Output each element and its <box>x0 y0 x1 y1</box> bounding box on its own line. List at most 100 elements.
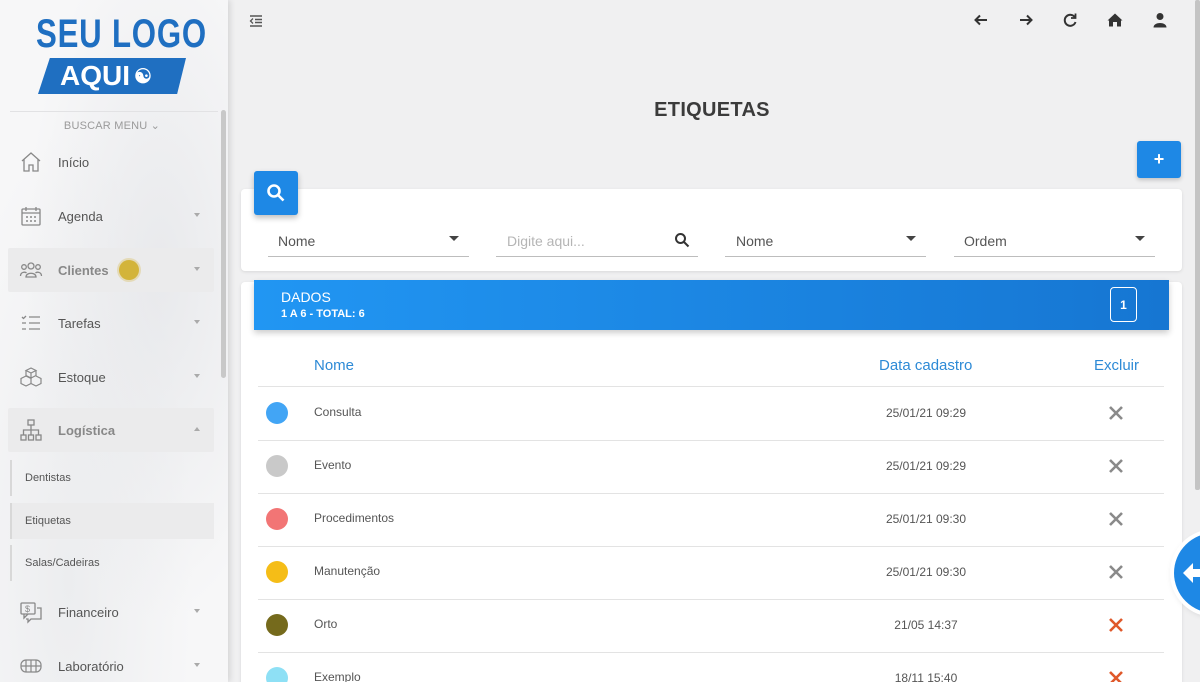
search-menu-toggle[interactable]: BUSCAR MENU ⌄ <box>0 119 224 132</box>
search-input[interactable]: Digite aqui... <box>496 225 698 257</box>
sidebar-item-tarefas[interactable]: Tarefas <box>8 301 214 345</box>
sidebar-item-label: Agenda <box>58 208 103 224</box>
sidebar-item-financeiro[interactable]: $ Financeiro <box>8 590 214 634</box>
row-date: 21/05 14:37 <box>894 618 958 632</box>
chevron-down-icon <box>194 663 200 667</box>
sidebar-item-label: Financeiro <box>58 604 119 620</box>
data-header: DADOS 1 A 6 - TOTAL: 6 1 <box>254 280 1169 330</box>
label-color-dot <box>266 455 288 477</box>
label-color-dot <box>266 402 288 424</box>
home-icon <box>18 149 44 175</box>
sidebar-item-agenda[interactable]: Agenda <box>8 194 214 238</box>
sidebar-divider <box>10 111 218 112</box>
sidebar-item-label: Início <box>58 154 90 170</box>
chevron-down-icon <box>194 609 200 613</box>
chevron-down-icon <box>194 320 200 324</box>
sidebar-item-logistica[interactable]: Logística <box>8 408 214 452</box>
table-row[interactable]: Manutenção 25/01/21 09:30 <box>258 546 1164 599</box>
calendar-icon <box>18 203 44 229</box>
filter-field-select[interactable]: Nome <box>268 225 469 257</box>
chevron-down-icon <box>194 267 200 271</box>
page-number-button[interactable]: 1 <box>1110 287 1137 322</box>
order-value: Ordem <box>964 232 1007 249</box>
submenu-item-etiquetas[interactable]: Etiquetas <box>10 503 214 539</box>
table-row[interactable]: Orto 21/05 14:37 <box>258 599 1164 652</box>
column-header-delete: Excluir <box>1094 357 1140 374</box>
column-header-name[interactable]: Nome <box>314 357 354 374</box>
filter-field-value: Nome <box>278 232 316 249</box>
row-date: 25/01/21 09:30 <box>885 512 967 526</box>
refresh-icon[interactable] <box>1061 11 1079 29</box>
home-icon[interactable] <box>1106 11 1124 29</box>
chevron-down-icon <box>194 213 200 217</box>
teeth-icon <box>18 653 44 679</box>
sidebar-item-clientes[interactable]: Clientes <box>8 248 214 292</box>
users-icon <box>18 257 44 283</box>
sitemap-icon <box>18 417 44 443</box>
row-date: 25/01/21 09:29 <box>885 459 967 473</box>
sort-field-select[interactable]: Nome <box>725 225 926 257</box>
notification-badge <box>118 260 139 280</box>
label-color-dot <box>266 667 288 682</box>
collapse-sidebar-icon[interactable] <box>248 13 264 29</box>
chevron-down-icon <box>194 374 200 378</box>
dropdown-caret-icon <box>906 236 916 241</box>
delete-icon[interactable] <box>1107 510 1125 528</box>
table-row[interactable]: Evento 25/01/21 09:29 <box>258 440 1164 493</box>
row-name: Procedimentos <box>314 511 395 525</box>
row-name: Consulta <box>314 405 362 419</box>
row-name: Manutenção <box>314 564 381 578</box>
search-icon <box>267 184 285 202</box>
user-icon[interactable] <box>1151 11 1169 29</box>
sidebar-item-label: Estoque <box>58 369 106 385</box>
sidebar: SEU LOGO AQUI ☯ BUSCAR MENU ⌄ Início Agen… <box>0 0 228 682</box>
sidebar-scrollbar[interactable] <box>221 110 226 378</box>
delete-icon[interactable] <box>1107 457 1125 475</box>
logo-line1: SEU LOGO <box>36 12 207 56</box>
sidebar-item-label: Laboratório <box>58 658 124 674</box>
label-color-dot <box>266 614 288 636</box>
data-title: DADOS <box>281 289 331 305</box>
data-total: 1 A 6 - TOTAL: 6 <box>281 308 365 320</box>
logo[interactable]: SEU LOGO AQUI ☯ <box>36 12 207 96</box>
delete-icon[interactable] <box>1107 616 1125 634</box>
filter-search-button[interactable] <box>254 171 298 215</box>
sidebar-item-laboratorio[interactable]: Laboratório <box>8 644 214 682</box>
table-row[interactable]: Procedimentos 25/01/21 09:30 <box>258 493 1164 546</box>
svg-text:$: $ <box>25 604 30 614</box>
delete-icon[interactable] <box>1107 563 1125 581</box>
row-date: 25/01/21 09:30 <box>885 565 967 579</box>
row-name: Exemplo <box>314 670 361 682</box>
submenu-item-dentistas[interactable]: Dentistas <box>10 460 214 496</box>
sidebar-item-label: Tarefas <box>58 315 101 331</box>
delete-icon[interactable] <box>1107 404 1125 422</box>
logo-line2: AQUI <box>60 60 130 91</box>
table-row[interactable]: Consulta 25/01/21 09:29 <box>258 387 1164 440</box>
chevron-up-icon <box>194 427 200 431</box>
back-arrow-icon <box>1183 563 1200 583</box>
page-title: ETIQUETAS <box>654 99 770 121</box>
boxes-icon <box>18 364 44 390</box>
sidebar-item-label: Logística <box>58 422 116 438</box>
submenu-item-salas-cadeiras[interactable]: Salas/Cadeiras <box>10 545 214 581</box>
dropdown-caret-icon <box>449 236 459 241</box>
tooth-icon: ☯ <box>134 66 152 88</box>
delete-icon[interactable] <box>1107 669 1125 682</box>
order-select[interactable]: Ordem <box>954 225 1155 257</box>
row-name: Evento <box>314 458 352 472</box>
forward-arrow-icon[interactable] <box>1017 11 1035 29</box>
row-date: 18/11 15:40 <box>894 671 958 682</box>
logo-line2-block: AQUI ☯ <box>38 58 186 94</box>
sidebar-item-estoque[interactable]: Estoque <box>8 355 214 399</box>
page-scrollbar[interactable] <box>1195 0 1200 490</box>
sidebar-item-inicio[interactable]: Início <box>8 140 214 184</box>
back-arrow-icon[interactable] <box>972 11 990 29</box>
search-icon[interactable] <box>674 232 690 248</box>
label-color-dot <box>266 561 288 583</box>
money-chat-icon: $ <box>18 599 44 625</box>
table-row[interactable]: Exemplo 18/11 15:40 <box>258 652 1164 682</box>
search-placeholder: Digite aqui... <box>507 232 585 249</box>
add-button[interactable]: + <box>1137 141 1181 178</box>
column-header-date[interactable]: Data cadastro <box>879 357 972 374</box>
row-date: 25/01/21 09:29 <box>885 406 967 420</box>
